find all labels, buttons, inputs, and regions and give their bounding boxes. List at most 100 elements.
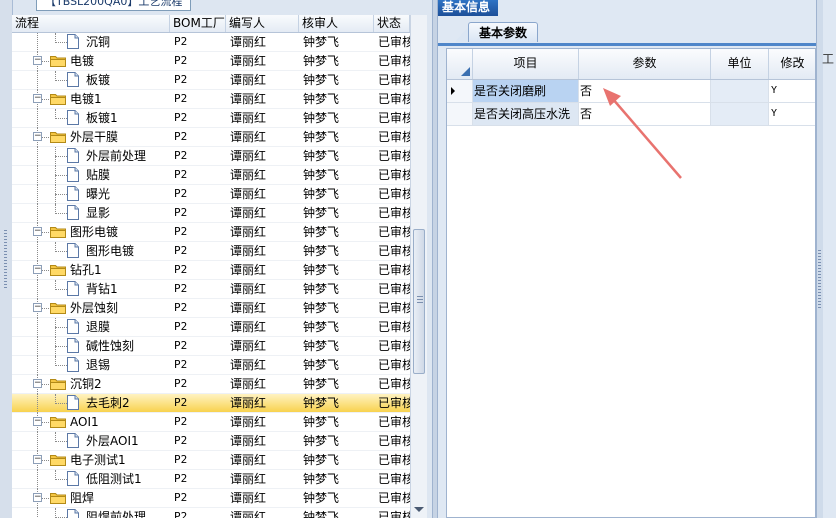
tree-row[interactable]: 贴膜 P2 谭丽红 钟梦飞 已审核	[12, 166, 410, 185]
tree-row[interactable]: 碱性蚀刻 P2 谭丽红 钟梦飞 已审核	[12, 337, 410, 356]
tree-row[interactable]: − 外层蚀刻 P2 谭丽红 钟梦飞 已审核	[12, 299, 410, 318]
unit-cell[interactable]	[711, 103, 769, 125]
tree-row[interactable]: − 外层干膜 P2 谭丽红 钟梦飞 已审核	[12, 128, 410, 147]
tree-node-label[interactable]: 沉铜2	[70, 375, 102, 393]
tree-node-label[interactable]: 碱性蚀刻	[86, 337, 134, 355]
reviewer-cell: 钟梦飞	[303, 130, 340, 144]
bom-factory-cell: P2	[174, 453, 188, 466]
tree-node-label[interactable]: 板镀	[86, 71, 110, 89]
modify-flag-cell[interactable]: Y	[769, 80, 815, 102]
tree-node-label[interactable]: 外层蚀刻	[70, 299, 118, 317]
row-header[interactable]	[447, 80, 473, 102]
row-header-corner[interactable]	[447, 49, 473, 79]
tree-node-label[interactable]: 电子测试1	[70, 451, 126, 469]
param-value-cell[interactable]: 否	[579, 103, 711, 125]
tree-node-label[interactable]: 钻孔1	[70, 261, 102, 279]
tree-node-label[interactable]: 显影	[86, 204, 110, 222]
tree-node-label[interactable]: AOI1	[70, 413, 99, 431]
tree-row[interactable]: 退膜 P2 谭丽红 钟梦飞 已审核	[12, 318, 410, 337]
tree-node-label[interactable]: 阻焊	[70, 489, 94, 507]
parameter-row[interactable]: 是否关闭高压水洗否 Y	[447, 103, 815, 126]
tree-row[interactable]: 去毛刺2 P2 谭丽红 钟梦飞 已审核	[12, 394, 410, 413]
tree-row[interactable]: 板镀1 P2 谭丽红 钟梦飞 已审核	[12, 109, 410, 128]
collapse-toggle-icon[interactable]: −	[33, 265, 42, 274]
tree-row[interactable]: 显影 P2 谭丽红 钟梦飞 已审核	[12, 204, 410, 223]
collapse-toggle-icon[interactable]: −	[33, 303, 42, 312]
col-header-unit[interactable]: 单位	[711, 49, 769, 79]
tree-row[interactable]: − 电镀1 P2 谭丽红 钟梦飞 已审核	[12, 90, 410, 109]
col-header-bom-factory[interactable]: BOM工厂	[170, 15, 226, 32]
col-header-modify[interactable]: 修改	[769, 49, 815, 79]
right-collapse-splitter[interactable]	[816, 0, 823, 518]
col-header-reviewer[interactable]: 核审人	[299, 15, 374, 32]
collapse-toggle-icon[interactable]: −	[33, 56, 42, 65]
tree-node-label[interactable]: 去毛刺2	[86, 394, 130, 412]
tree-row[interactable]: 低阻测试1 P2 谭丽红 钟梦飞 已审核	[12, 470, 410, 489]
tree-row[interactable]: − 电镀 P2 谭丽红 钟梦飞 已审核	[12, 52, 410, 71]
tree-node-label[interactable]: 外层AOI1	[86, 432, 139, 450]
document-icon	[67, 319, 79, 334]
writer-cell: 谭丽红	[230, 396, 267, 410]
col-header-param[interactable]: 参数	[579, 49, 711, 79]
tree-node-label[interactable]: 阻焊前处理	[86, 508, 146, 518]
tree-row[interactable]: − 图形电镀 P2 谭丽红 钟梦飞 已审核	[12, 223, 410, 242]
tree-header: 流程 BOM工厂 编写人 核审人 状态	[12, 15, 410, 33]
tree-row[interactable]: 曝光 P2 谭丽红 钟梦飞 已审核	[12, 185, 410, 204]
collapse-toggle-icon[interactable]: −	[33, 417, 42, 426]
tree-row[interactable]: − 钻孔1 P2 谭丽红 钟梦飞 已审核	[12, 261, 410, 280]
process-flow-tab[interactable]: 【TBSL200QA0】工艺流程	[36, 0, 192, 11]
tab-basic-params[interactable]: 基本参数	[468, 22, 538, 42]
collapse-toggle-icon[interactable]: −	[33, 493, 42, 502]
row-header[interactable]	[447, 103, 473, 125]
scroll-down-arrow-icon[interactable]	[414, 507, 424, 512]
col-header-item[interactable]: 项目	[473, 49, 579, 79]
tree-node-label[interactable]: 外层干膜	[70, 128, 118, 146]
tree-node-label[interactable]: 退锡	[86, 356, 110, 374]
tree-node-label[interactable]: 曝光	[86, 185, 110, 203]
collapse-toggle-icon[interactable]: −	[33, 94, 42, 103]
collapse-toggle-icon[interactable]: −	[33, 227, 42, 236]
collapse-toggle-icon[interactable]: −	[33, 455, 42, 464]
tree-row[interactable]: 背钻1 P2 谭丽红 钟梦飞 已审核	[12, 280, 410, 299]
status-cell: 已审核	[378, 225, 410, 239]
tree-row[interactable]: 图形电镀 P2 谭丽红 钟梦飞 已审核	[12, 242, 410, 261]
tree-row[interactable]: − 电子测试1 P2 谭丽红 钟梦飞 已审核	[12, 451, 410, 470]
collapse-toggle-icon[interactable]: −	[33, 379, 42, 388]
tree-row[interactable]: 沉铜 P2 谭丽红 钟梦飞 已审核	[12, 33, 410, 52]
tree-node-label[interactable]: 板镀1	[86, 109, 118, 127]
tree-guide-line	[37, 109, 38, 128]
tree-guide-line	[55, 403, 67, 404]
tree-node-label[interactable]: 外层前处理	[86, 147, 146, 165]
tree-node-label[interactable]: 贴膜	[86, 166, 110, 184]
unit-cell[interactable]	[711, 80, 769, 102]
modify-flag-cell[interactable]: Y	[769, 103, 815, 125]
param-value-cell[interactable]: 否	[579, 80, 711, 102]
tree-node-label[interactable]: 图形电镀	[86, 242, 134, 260]
tree-node-label[interactable]: 图形电镀	[70, 223, 118, 241]
writer-cell: 谭丽红	[230, 225, 267, 239]
tree-row[interactable]: 阻焊前处理 P2 谭丽红 钟梦飞 已审核	[12, 508, 410, 518]
parameter-row[interactable]: 是否关闭磨刷否 Y	[447, 80, 815, 103]
tree-node-label[interactable]: 电镀1	[70, 90, 102, 108]
scrollbar-thumb[interactable]	[413, 229, 425, 374]
tree-row[interactable]: − AOI1 P2 谭丽红 钟梦飞 已审核	[12, 413, 410, 432]
tree-node-label[interactable]: 低阻测试1	[86, 470, 142, 488]
splitter-grip[interactable]	[818, 250, 821, 310]
splitter-grip[interactable]	[4, 230, 7, 290]
tree-row[interactable]: 退锡 P2 谭丽红 钟梦飞 已审核	[12, 356, 410, 375]
tree-node-label[interactable]: 电镀	[70, 52, 94, 70]
tree-node-label[interactable]: 沉铜	[86, 33, 110, 51]
tree-row[interactable]: 外层AOI1 P2 谭丽红 钟梦飞 已审核	[12, 432, 410, 451]
tree-node-label[interactable]: 背钻1	[86, 280, 118, 298]
tree-node-label[interactable]: 退膜	[86, 318, 110, 336]
collapse-toggle-icon[interactable]: −	[33, 132, 42, 141]
tree-row[interactable]: − 沉铜2 P2 谭丽红 钟梦飞 已审核	[12, 375, 410, 394]
col-header-flow[interactable]: 流程	[12, 15, 170, 32]
tree-row[interactable]: 外层前处理 P2 谭丽红 钟梦飞 已审核	[12, 147, 410, 166]
tree-vertical-scrollbar[interactable]	[410, 15, 427, 518]
tree-row[interactable]: 板镀 P2 谭丽红 钟梦飞 已审核	[12, 71, 410, 90]
tree-guide-line	[55, 479, 67, 480]
col-header-status[interactable]: 状态	[374, 15, 410, 32]
tree-row[interactable]: − 阻焊 P2 谭丽红 钟梦飞 已审核	[12, 489, 410, 508]
col-header-writer[interactable]: 编写人	[226, 15, 299, 32]
